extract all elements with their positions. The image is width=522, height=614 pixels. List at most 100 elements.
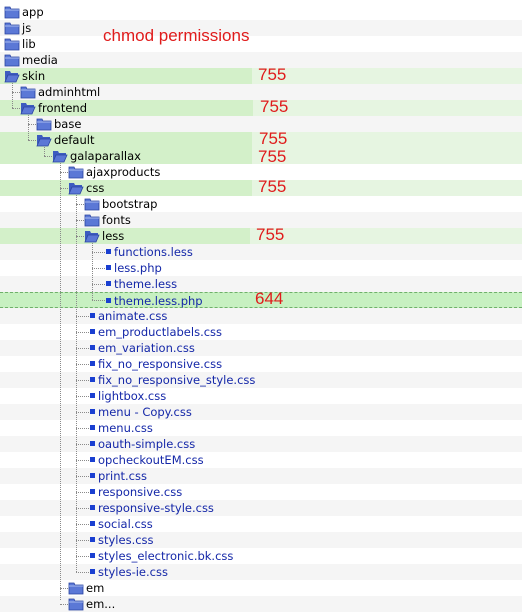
file-icon [90, 393, 95, 398]
tree-connector [60, 604, 68, 605]
tree-item-label: theme.less.php [114, 294, 203, 308]
folder-icon [4, 21, 20, 35]
folder-icon [84, 197, 100, 211]
tree-item-label: styles_electronic.bk.css [98, 549, 234, 563]
tree-item-label: theme.less [114, 277, 178, 291]
tree-item-label: oauth-simple.css [98, 437, 196, 451]
file-icon [90, 425, 95, 430]
folder-open-icon [4, 69, 20, 83]
tree-connector [28, 115, 29, 140]
file-icon [90, 377, 95, 382]
tree-item-label: bootstrap [102, 197, 158, 211]
tree-item-label: galaparallax [70, 149, 141, 163]
tree-connector [76, 412, 89, 413]
file-icon [90, 553, 95, 558]
tree-connector [60, 188, 68, 189]
tree-item-label: fix_no_responsive.css [98, 357, 223, 371]
tree-item-label: styles.css [98, 533, 154, 547]
folder-open-icon [84, 229, 100, 243]
tree-row-functions-less[interactable]: functions.less [0, 244, 522, 260]
tree-connector [76, 195, 77, 572]
tree-connector [60, 172, 68, 173]
tree-item-label: less.php [114, 261, 162, 275]
tree-item-label: print.css [98, 469, 147, 483]
selection-highlight [0, 180, 252, 196]
permission-label: 755 [258, 65, 287, 84]
tree-connector [92, 243, 93, 300]
tree-row-app[interactable]: app [0, 4, 522, 20]
tree-connector [44, 156, 52, 157]
tree-connector [76, 236, 84, 237]
tree-connector [60, 588, 68, 589]
tree-connector [44, 147, 45, 156]
tree-item-label: responsive.css [98, 485, 183, 499]
tree-connector [76, 524, 89, 525]
tree-item-label: ajaxproducts [86, 165, 161, 179]
tree-item-label: lightbox.css [98, 389, 167, 403]
file-icon [106, 265, 111, 270]
tree-connector [76, 476, 89, 477]
folder-open-icon [52, 149, 68, 163]
tree-item-label: skin [22, 69, 46, 83]
folder-icon [84, 213, 100, 227]
selection-highlight [0, 228, 250, 244]
tree-item-label: animate.css [98, 309, 168, 323]
file-icon [106, 281, 111, 286]
tree-item-label: functions.less [114, 245, 193, 259]
folder-icon [4, 37, 20, 51]
tree-item-label: opcheckoutEM.css [98, 453, 204, 467]
tree-connector [92, 268, 105, 269]
tree-row-em[interactable]: em... [0, 596, 522, 612]
annotation-text: chmod permissions [103, 26, 250, 45]
permission-label: 755 [258, 177, 287, 196]
file-icon [90, 313, 95, 318]
tree-item-label: default [54, 133, 95, 147]
folder-icon [68, 597, 84, 611]
file-icon [90, 521, 95, 526]
tree-connector [76, 556, 89, 557]
tree-row-lib[interactable]: lib [0, 36, 522, 52]
tree-item-label: responsive-style.css [98, 501, 214, 515]
tree-item-label: frontend [38, 101, 88, 115]
tree-item-label: base [54, 117, 82, 131]
tree-item-label: app [22, 5, 44, 19]
tree-connector [76, 364, 89, 365]
tree-connector [12, 83, 13, 108]
permission-label: 755 [256, 225, 285, 244]
file-icon [90, 537, 95, 542]
file-icon [90, 409, 95, 414]
tree-connector [92, 300, 105, 301]
tree-connector [92, 252, 105, 253]
tree-connector [92, 284, 105, 285]
tree-item-label: media [22, 53, 58, 67]
tree-item-label: adminhtml [38, 85, 101, 99]
tree-item-label: fonts [102, 213, 131, 227]
tree-item-label: lib [22, 37, 36, 51]
tree-connector [28, 140, 36, 141]
file-icon [90, 345, 95, 350]
tree-connector [76, 204, 84, 205]
folder-icon [20, 85, 36, 99]
tree-connector [76, 460, 89, 461]
tree-connector [76, 332, 89, 333]
folder-icon [68, 581, 84, 595]
permission-label: 755 [259, 129, 288, 148]
tree-row-less-php[interactable]: less.php [0, 260, 522, 276]
file-icon [90, 569, 95, 574]
tree-item-label: less [102, 229, 125, 243]
tree-connector [76, 396, 89, 397]
tree-connector [76, 508, 89, 509]
file-icon [90, 329, 95, 334]
tree-item-label: styles-ie.css [98, 565, 168, 579]
tree-item-label: fix_no_responsive_style.css [98, 373, 256, 387]
tree-connector [76, 492, 89, 493]
tree-connector [12, 108, 20, 109]
tree-row-em[interactable]: em [0, 580, 522, 596]
tree-item-label: em_productlabels.css [98, 325, 223, 339]
file-icon [90, 505, 95, 510]
file-icon [106, 249, 111, 254]
tree-item-label: em... [86, 597, 116, 611]
file-icon [90, 489, 95, 494]
file-icon [90, 441, 95, 446]
tree-row-js[interactable]: js [0, 20, 522, 36]
